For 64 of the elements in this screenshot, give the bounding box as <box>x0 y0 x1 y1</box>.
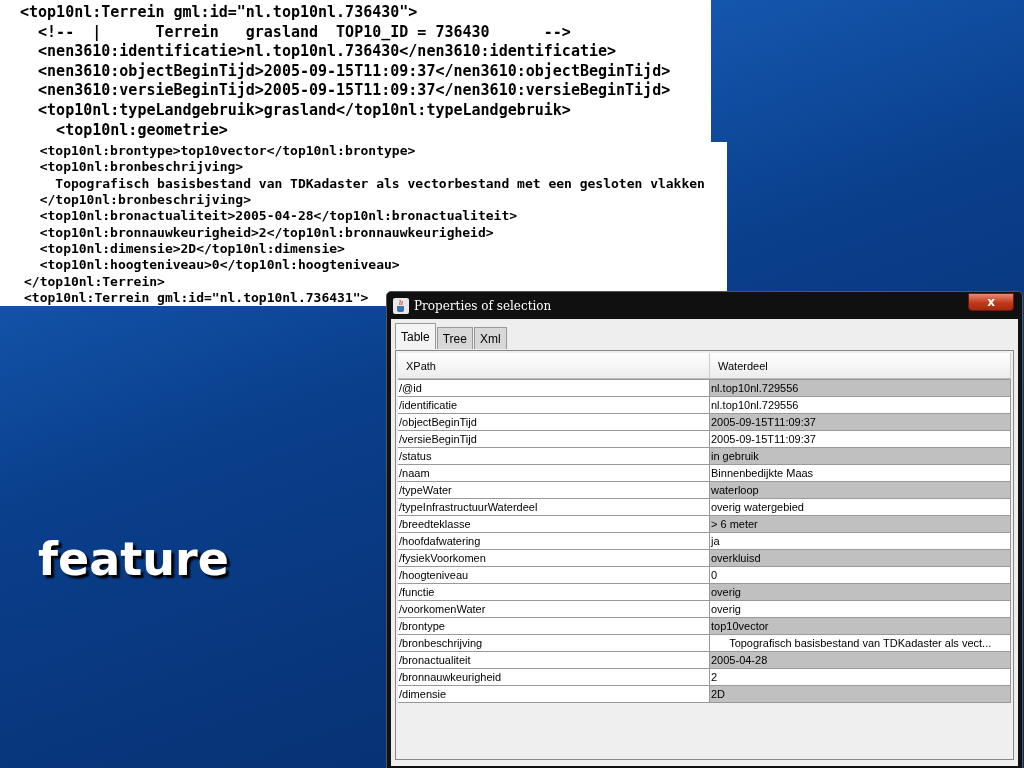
table-cell: overig <box>710 583 1011 600</box>
table-cell: /objectBeginTijd <box>398 413 710 430</box>
table-cell: /@id <box>398 379 710 396</box>
table-cell: /functie <box>398 583 710 600</box>
code-line: <top10nl:hoogteniveau>0</top10nl:hoogteniveau> <box>38 257 400 274</box>
table-cell: 2005-09-15T11:09:37 <box>710 413 1011 430</box>
table-cell: 2005-09-15T11:09:37 <box>710 430 1011 447</box>
table-cell: overig watergebied <box>710 498 1011 515</box>
table-cell: /fysiekVoorkomen <box>398 549 710 566</box>
tab[interactable]: Xml <box>473 327 507 349</box>
table-cell: /breedteklasse <box>398 515 710 532</box>
table-cell: /voorkomenWater <box>398 600 710 617</box>
table-cell: overkluisd <box>710 549 1011 566</box>
table-cell: /bronactualiteit <box>398 651 710 668</box>
code-line: </top10nl:Terrein> <box>24 273 165 290</box>
table-cell: 2D <box>710 685 1011 702</box>
table-cell: in gebruik <box>710 447 1011 464</box>
code-line: <nen3610:versieBeginTijd>2005-09-15T11:09:37</nen3610:versieBeginTijd> <box>37 81 671 101</box>
table-cell: /dimensie <box>398 685 710 702</box>
table-cell: /identificatie <box>398 396 710 413</box>
table-cell: Binnenbedijkte Maas <box>710 464 1011 481</box>
coffee-cup-icon <box>393 297 409 314</box>
table-cell: 2005-04-28 <box>710 651 1011 668</box>
code-line: <top10nl:bronbeschrijving> <box>38 159 244 176</box>
table-cell: waterloop <box>710 481 1011 498</box>
code-line: <top10nl:dimensie>2D</top10nl:dimensie> <box>38 240 345 258</box>
code-line: <nen3610:identificatie>nl.top10nl.736430</nen3610:identificatie> <box>37 42 617 62</box>
code-line: <top10nl:Terrein gml:id="nl.top10nl.736431"> <box>24 289 369 307</box>
table-cell: /bronnauwkeurigheid <box>398 668 710 685</box>
table-cell: /hoogteniveau <box>398 566 710 583</box>
table-cell: /bronbeschrijving <box>398 634 710 651</box>
code-line: <top10nl:typeLandgebruik>grasland</top10nl:typeLandgebruik> <box>37 100 571 121</box>
code-line: <top10nl:brontype>top10vector</top10nl:brontype> <box>38 143 416 160</box>
code-line: <!-- | Terrein grasland TOP10_ID = 736430 --> <box>37 22 571 43</box>
tab[interactable]: Table <box>395 323 436 349</box>
table-cell: /brontype <box>398 617 710 634</box>
table-cell: 2 <box>710 668 1011 685</box>
table-cell: Topografisch basisbestand van TDKadaster als vect... <box>710 634 1011 651</box>
code-line: Topografisch basisbestand van TDKadaster als vectorbestand met een gesloten vlakken <box>54 175 705 193</box>
table-cell: ja <box>710 532 1011 549</box>
code-line: <top10nl:bronnauwkeurigheid>2</top10nl:bronnauwkeurigheid> <box>38 224 494 241</box>
table-cell: /typeWater <box>398 481 710 498</box>
code-line: </top10nl:bronbeschrijving> <box>38 192 251 209</box>
column-header[interactable]: XPath <box>398 353 710 379</box>
tab[interactable]: Tree <box>436 327 473 349</box>
table-cell: nl.top10nl.729556 <box>710 379 1011 396</box>
table-cell: top10vector <box>710 617 1011 634</box>
table-cell: nl.top10nl.729556 <box>710 396 1011 413</box>
code-line: <top10nl:Terrein gml:id="nl.top10nl.736430"> <box>20 3 418 23</box>
slide-title: feature <box>38 532 229 586</box>
table-cell: /versieBeginTijd <box>398 430 710 447</box>
window-title: Properties of selection <box>414 298 553 313</box>
close-button[interactable]: x <box>968 292 1014 311</box>
table-cell: /naam <box>398 464 710 481</box>
code-line: <top10nl:geometrie> <box>55 120 228 141</box>
code-line: <nen3610:objectBeginTijd>2005-09-15T11:09:37</nen3610:objectBeginTijd> <box>37 61 671 82</box>
table-cell: 0 <box>710 566 1011 583</box>
code-line: <top10nl:bronactualiteit>2005-04-28</top10nl:bronactualiteit> <box>38 208 518 225</box>
table-cell: /status <box>398 447 710 464</box>
table-cell: /hoofdafwatering <box>398 532 710 549</box>
table-cell: > 6 meter <box>710 515 1011 532</box>
table-cell: overig <box>710 600 1011 617</box>
column-header[interactable]: Waterdeel <box>710 353 1011 379</box>
table-cell: /typeInfrastructuurWaterdeel <box>398 498 710 515</box>
